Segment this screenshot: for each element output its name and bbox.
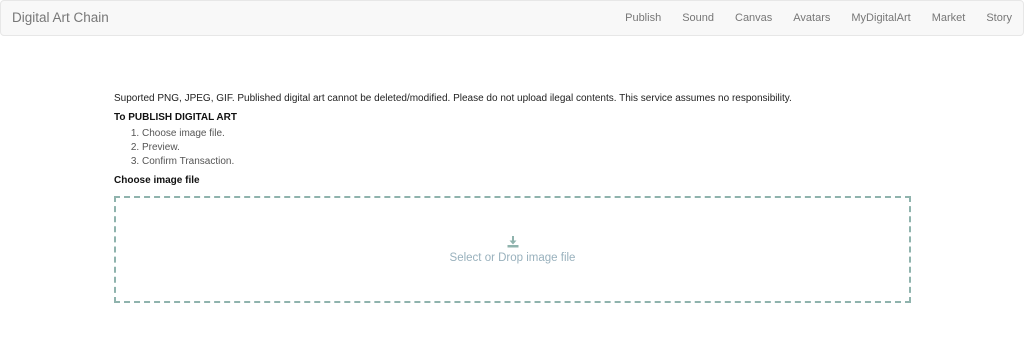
- publish-heading: To PUBLISH DIGITAL ART: [114, 112, 237, 123]
- nav-item-avatars[interactable]: Avatars: [793, 12, 830, 24]
- choose-image-label: Choose image file: [114, 175, 200, 186]
- steps-list: Choose image file. Preview. Confirm Tran…: [114, 127, 911, 169]
- download-icon: [507, 236, 518, 248]
- publish-content: Suported PNG, JPEG, GIF. Published digit…: [114, 92, 911, 188]
- upload-notice: Suported PNG, JPEG, GIF. Published digit…: [114, 93, 792, 104]
- brand-link[interactable]: Digital Art Chain: [12, 10, 109, 25]
- step-item: Preview.: [142, 141, 911, 155]
- nav-item-mydigitalart[interactable]: MyDigitalArt: [851, 12, 910, 24]
- navbar: Digital Art Chain Publish Sound Canvas A…: [0, 0, 1024, 36]
- dropzone-label: Select or Drop image file: [449, 252, 576, 264]
- step-item: Choose image file.: [142, 127, 911, 141]
- step-item: Confirm Transaction.: [142, 155, 911, 169]
- nav-item-sound[interactable]: Sound: [682, 12, 714, 24]
- nav-menu: Publish Sound Canvas Avatars MyDigitalAr…: [604, 1, 1012, 35]
- nav-item-publish[interactable]: Publish: [625, 12, 661, 24]
- nav-item-market[interactable]: Market: [932, 12, 966, 24]
- image-dropzone[interactable]: Select or Drop image file: [114, 196, 911, 303]
- nav-item-story[interactable]: Story: [986, 12, 1012, 24]
- nav-item-canvas[interactable]: Canvas: [735, 12, 772, 24]
